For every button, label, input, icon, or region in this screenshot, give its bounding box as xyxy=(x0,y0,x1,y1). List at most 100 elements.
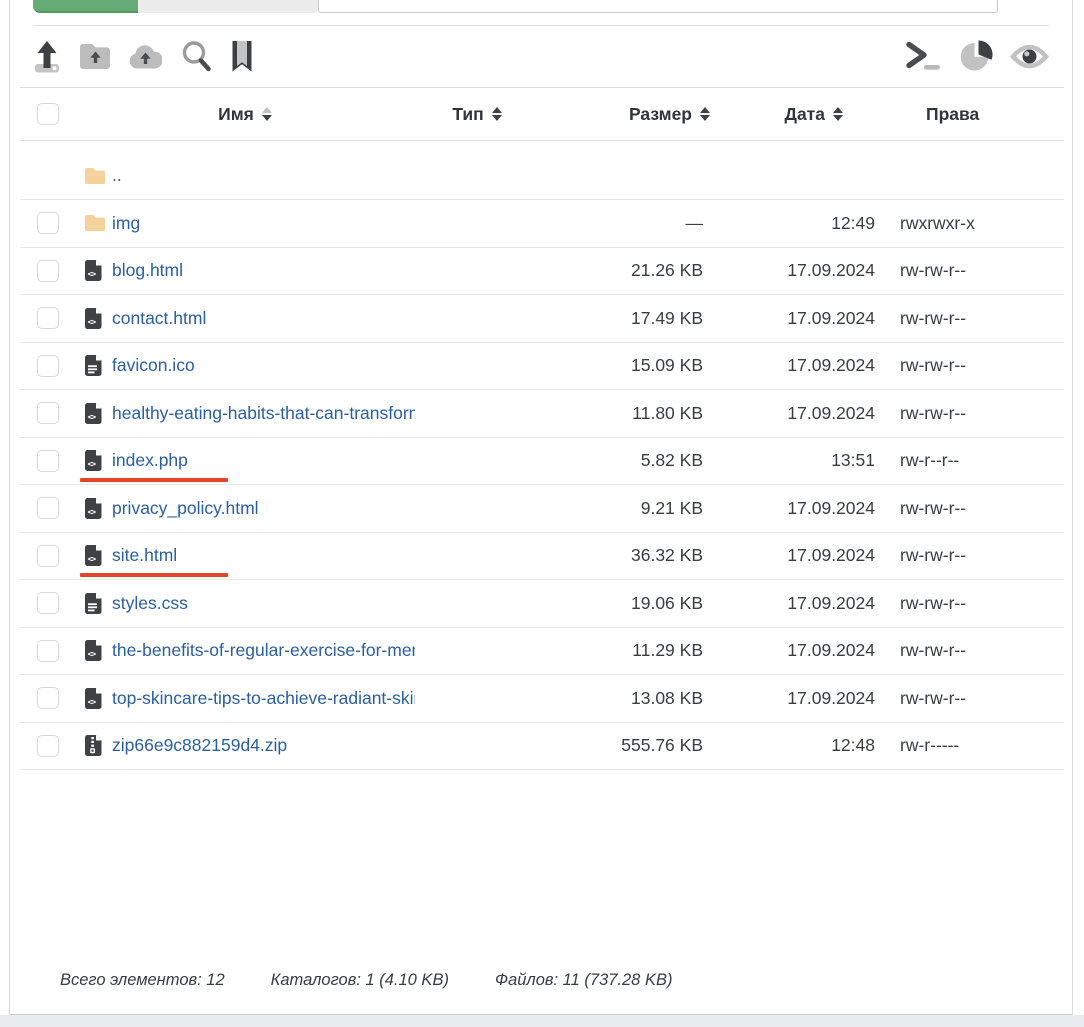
table-row[interactable]: .. xyxy=(20,141,1064,200)
column-header-type[interactable]: Тип xyxy=(415,104,525,125)
file-link[interactable]: healthy-eating-habits-that-can-transform… xyxy=(112,403,415,424)
row-checkbox[interactable] xyxy=(37,734,59,757)
file-date: 17.09.2024 xyxy=(787,640,875,661)
row-checkbox[interactable] xyxy=(37,592,59,615)
file-icon xyxy=(85,215,105,232)
tab-bar[interactable] xyxy=(138,0,318,13)
file-date: 17.09.2024 xyxy=(787,545,875,566)
file-size: 15.09 KB xyxy=(631,355,703,376)
table-row[interactable]: <> the-benefits-of-regular-exercise-for-… xyxy=(20,628,1064,675)
file-icon: <> xyxy=(85,497,105,519)
file-link[interactable]: favicon.ico xyxy=(112,355,195,376)
column-header-label: Дата xyxy=(784,103,825,124)
file-link[interactable]: the-benefits-of-regular-exercise-for-men… xyxy=(112,640,415,661)
file-size: 17.49 KB xyxy=(631,307,703,328)
eye-icon[interactable] xyxy=(1010,43,1049,70)
file-date: 17.09.2024 xyxy=(787,402,875,423)
file-link[interactable]: privacy_policy.html xyxy=(112,498,259,519)
table-row[interactable]: <> top-skincare-tips-to-achieve-radiant-… xyxy=(20,675,1064,723)
file-permissions: rwxrwxr-x xyxy=(900,212,975,233)
file-link[interactable]: img xyxy=(112,213,140,234)
table-row[interactable]: <> privacy_policy.html 9.21 KB 17.09.202… xyxy=(20,485,1064,533)
column-header-name[interactable]: Имя xyxy=(75,104,415,125)
table-row[interactable]: <> blog.html 21.26 KB 17.09.2024 rw-rw-r… xyxy=(20,248,1064,295)
file-permissions: rw-rw-r-- xyxy=(900,545,967,566)
row-checkbox[interactable] xyxy=(37,354,59,377)
row-checkbox[interactable] xyxy=(37,639,59,662)
file-size: 11.80 KB xyxy=(632,402,703,423)
disk-usage-pie-icon[interactable] xyxy=(959,39,994,74)
file-link[interactable]: top-skincare-tips-to-achieve-radiant-ski… xyxy=(112,688,415,709)
column-header-rights: Права xyxy=(885,104,1064,125)
svg-text:<>: <> xyxy=(88,317,97,326)
svg-text:<>: <> xyxy=(88,412,97,421)
address-box[interactable] xyxy=(318,0,998,13)
file-size: 5.82 KB xyxy=(640,450,703,471)
active-tab[interactable] xyxy=(33,0,138,13)
file-permissions: rw-r----- xyxy=(900,735,960,756)
file-permissions: rw-rw-r-- xyxy=(900,355,967,376)
top-tab-strip xyxy=(33,0,1072,13)
column-header-label: Имя xyxy=(218,103,254,124)
row-checkbox[interactable] xyxy=(37,259,59,282)
file-link[interactable]: .. xyxy=(112,165,122,186)
file-icon: <> xyxy=(85,545,105,567)
file-date: 17.09.2024 xyxy=(787,307,875,328)
row-checkbox[interactable] xyxy=(37,687,59,710)
cloud-upload-icon[interactable] xyxy=(129,44,162,69)
page-background xyxy=(0,1015,1084,1027)
file-table-body: .. img — 12:49 rwxrwxr-x <> blog.html 21… xyxy=(20,141,1064,770)
file-date: 13:51 xyxy=(831,450,875,471)
column-header-label: Права xyxy=(926,103,980,124)
file-date: 17.09.2024 xyxy=(787,592,875,613)
file-date: 17.09.2024 xyxy=(787,260,875,281)
upload-icon[interactable] xyxy=(33,40,61,74)
terminal-icon[interactable] xyxy=(905,41,943,72)
table-row[interactable]: img — 12:49 rwxrwxr-x xyxy=(20,200,1064,248)
file-link[interactable]: index.php xyxy=(112,450,188,471)
row-checkbox[interactable] xyxy=(37,402,59,425)
row-checkbox[interactable] xyxy=(37,307,59,330)
select-all-checkbox[interactable] xyxy=(37,103,59,125)
row-checkbox[interactable] xyxy=(37,544,59,567)
modified-underline xyxy=(80,573,228,577)
file-link[interactable]: styles.css xyxy=(112,593,188,614)
row-checkbox[interactable] xyxy=(37,212,59,235)
table-row[interactable]: <> contact.html 17.49 KB 17.09.2024 rw-r… xyxy=(20,295,1064,343)
svg-text:<>: <> xyxy=(88,460,97,469)
table-row[interactable]: <> healthy-eating-habits-that-can-transf… xyxy=(20,390,1064,438)
table-row[interactable]: <> site.html 36.32 KB 17.09.2024 rw-rw-r… xyxy=(20,533,1064,580)
folder-upload-icon[interactable] xyxy=(80,43,110,70)
file-link[interactable]: blog.html xyxy=(112,260,183,281)
file-icon: <> xyxy=(85,687,105,709)
column-header-date[interactable]: Дата xyxy=(715,104,885,125)
file-permissions: rw-rw-r-- xyxy=(900,402,967,423)
total-elements-label: Всего элементов: 12 xyxy=(60,971,225,989)
file-date: 12:48 xyxy=(831,735,875,756)
file-link[interactable]: contact.html xyxy=(112,308,206,329)
column-header-label: Тип xyxy=(452,103,484,124)
file-permissions: rw-rw-r-- xyxy=(900,687,967,708)
file-link[interactable]: site.html xyxy=(112,545,177,566)
directories-label: Каталогов: 1 (4.10 KB) xyxy=(270,971,449,989)
table-row[interactable]: favicon.ico 15.09 KB 17.09.2024 rw-rw-r-… xyxy=(20,343,1064,390)
file-size: — xyxy=(685,212,704,233)
table-row[interactable]: <> index.php 5.82 KB 13:51 rw-r--r-- xyxy=(20,438,1064,485)
bookmark-icon[interactable] xyxy=(231,41,253,72)
search-icon[interactable] xyxy=(181,40,212,73)
column-header-size[interactable]: Размер xyxy=(525,104,715,125)
file-size: 11.29 KB xyxy=(632,640,703,661)
file-date: 17.09.2024 xyxy=(787,497,875,518)
file-size: 19.06 KB xyxy=(631,592,703,613)
svg-text:<>: <> xyxy=(88,555,97,564)
file-manager-panel: Имя Тип Размер Дата Права .. img — 12:49… xyxy=(9,0,1073,1015)
file-icon: <> xyxy=(85,450,105,472)
file-size: 9.21 KB xyxy=(640,497,703,518)
table-row[interactable]: styles.css 19.06 KB 17.09.2024 rw-rw-r-- xyxy=(20,580,1064,628)
row-checkbox[interactable] xyxy=(37,497,59,520)
table-row[interactable]: zip66e9c882159d4.zip 555.76 KB 12:48 rw-… xyxy=(20,723,1064,770)
file-link[interactable]: zip66e9c882159d4.zip xyxy=(112,735,287,756)
file-permissions: rw-rw-r-- xyxy=(900,307,967,328)
row-checkbox[interactable] xyxy=(37,449,59,472)
file-icon xyxy=(85,167,105,184)
